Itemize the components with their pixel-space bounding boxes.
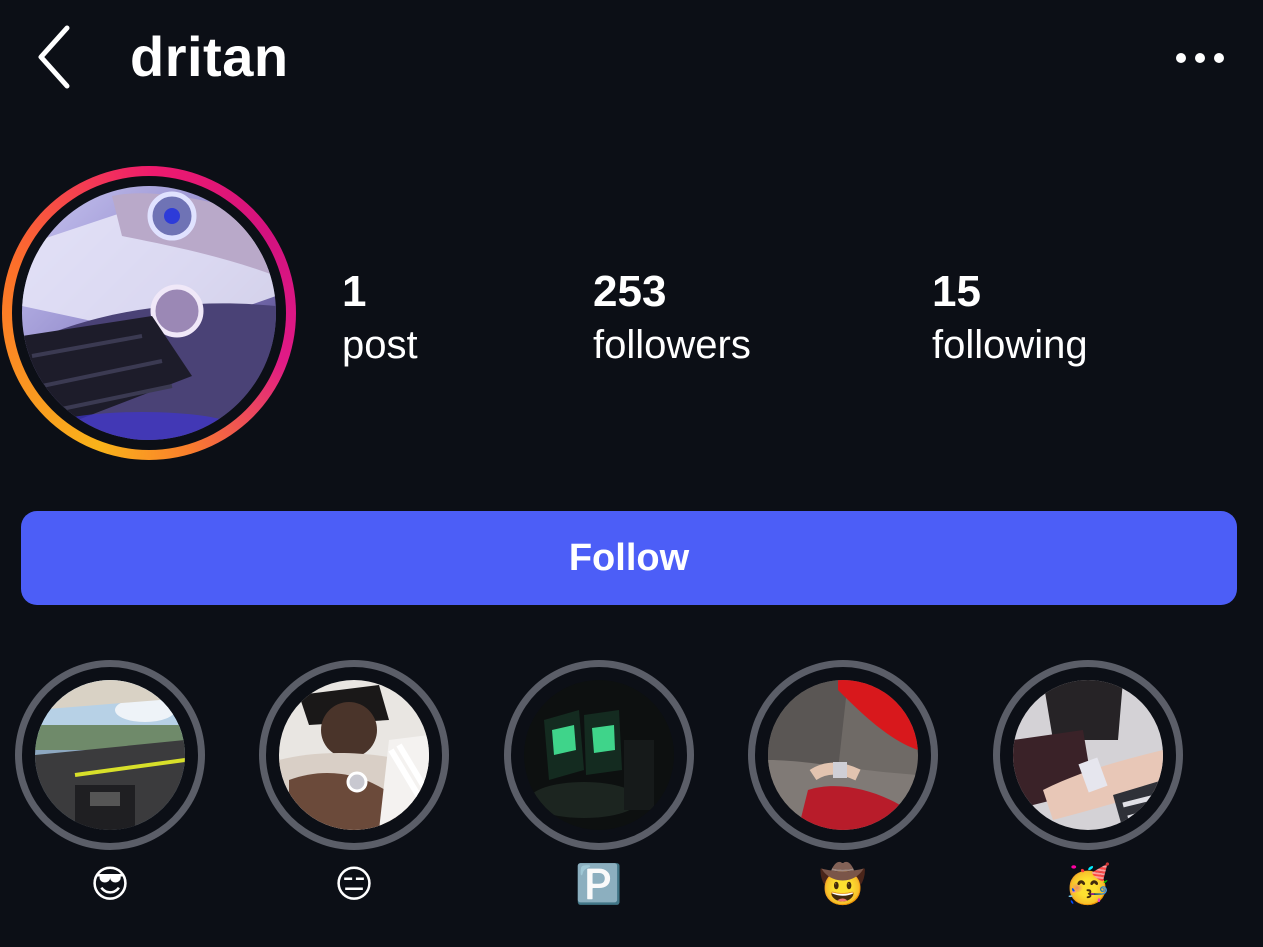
highlight-ring (993, 660, 1183, 850)
highlight-ring (259, 660, 449, 850)
story-highlight-2[interactable]: 😑 (259, 660, 449, 910)
followers-label: followers (593, 323, 751, 367)
following-count: 15 (932, 267, 981, 316)
follow-button[interactable]: Follow (21, 511, 1237, 605)
highlight-label: 🤠 (819, 862, 867, 906)
highlight-cover (1013, 680, 1163, 830)
highlight-ring (15, 660, 205, 850)
following-label: following (932, 323, 1088, 367)
highlight-cover (768, 680, 918, 830)
stat-posts[interactable]: 1 post (342, 266, 418, 370)
highlight-label: 😎 (90, 862, 130, 906)
profile-username: dritan (130, 25, 289, 88)
highlight-ring (504, 660, 694, 850)
followers-count: 253 (593, 267, 667, 316)
stat-following[interactable]: 15 following (932, 266, 1088, 370)
more-options-button[interactable] (1168, 40, 1232, 76)
highlight-cover (524, 680, 674, 830)
story-highlight-4[interactable]: 🤠 (748, 660, 938, 910)
stat-followers[interactable]: 253 followers (593, 266, 751, 370)
highlight-label: 🅿️ (575, 862, 623, 906)
posts-label: post (342, 323, 418, 367)
ellipsis-icon (1176, 53, 1224, 63)
story-highlight-1[interactable]: 😎 (15, 660, 205, 910)
story-highlight-5[interactable]: 🥳 (993, 660, 1183, 910)
avatar-story-ring[interactable] (2, 166, 296, 460)
highlight-cover (35, 680, 185, 830)
highlight-cover (279, 680, 429, 830)
highlight-label: 🥳 (1064, 862, 1112, 906)
chevron-left-icon (38, 25, 70, 89)
posts-count: 1 (342, 267, 367, 316)
avatar (22, 186, 276, 440)
highlight-label: 😑 (334, 862, 374, 906)
highlight-ring (748, 660, 938, 850)
avatar-image (22, 186, 276, 440)
story-highlight-3[interactable]: 🅿️ (504, 660, 694, 910)
back-button[interactable] (30, 22, 80, 92)
